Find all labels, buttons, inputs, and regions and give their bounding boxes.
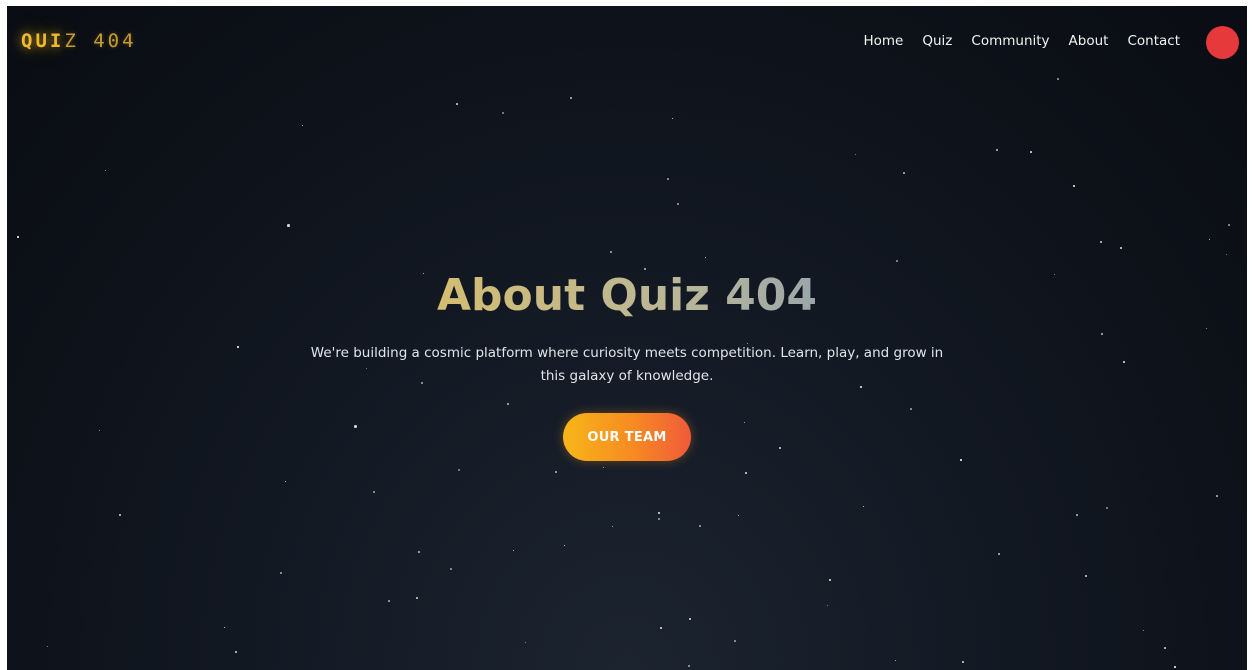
page-frame: QUIZ 404 Home Quiz Community About Conta… [7, 6, 1247, 670]
star [450, 568, 452, 570]
star [1164, 647, 1166, 649]
star [688, 665, 690, 667]
navbar: QUIZ 404 Home Quiz Community About Conta… [7, 6, 1247, 80]
nav-contact[interactable]: Contact [1127, 33, 1180, 49]
star [734, 640, 736, 642]
star [1085, 575, 1087, 577]
star [285, 481, 287, 483]
star [1073, 185, 1075, 187]
star [603, 467, 605, 469]
star [458, 469, 461, 472]
logo-bold-text: QUI [21, 30, 65, 52]
nav-links: Home Quiz Community About Contact [864, 33, 1181, 49]
star [612, 526, 614, 528]
star [555, 471, 557, 473]
star [105, 170, 107, 172]
star [863, 506, 865, 508]
nav-about[interactable]: About [1069, 33, 1109, 49]
star [47, 646, 49, 648]
star [689, 618, 691, 620]
star [280, 572, 283, 575]
star [895, 660, 897, 662]
star [302, 125, 304, 127]
star [1216, 495, 1218, 497]
star [962, 661, 965, 664]
star [418, 551, 421, 554]
star [1226, 254, 1228, 256]
star [456, 103, 458, 105]
star [119, 514, 122, 517]
star [1120, 247, 1122, 249]
star [1100, 241, 1102, 243]
star [525, 642, 527, 644]
star [699, 525, 701, 527]
star [416, 597, 418, 599]
star [677, 203, 679, 205]
star [738, 515, 740, 517]
star [564, 545, 566, 547]
star [996, 149, 999, 152]
star [896, 260, 898, 262]
star [373, 491, 375, 493]
user-avatar[interactable] [1206, 26, 1239, 59]
star [1106, 507, 1108, 509]
star [903, 172, 905, 174]
nav-quiz[interactable]: Quiz [922, 33, 952, 49]
star [570, 97, 572, 99]
star [17, 236, 19, 238]
star [235, 651, 238, 654]
star [610, 251, 612, 253]
star [855, 154, 857, 156]
star [1030, 151, 1032, 153]
star [998, 553, 1000, 555]
star [502, 112, 505, 115]
star [660, 627, 663, 630]
star [287, 224, 290, 227]
nav-community[interactable]: Community [971, 33, 1049, 49]
star [1174, 666, 1176, 668]
star [667, 178, 669, 180]
logo-light-text: Z 404 [64, 30, 137, 52]
star [672, 118, 674, 120]
star [705, 257, 707, 259]
star [745, 472, 747, 474]
star [658, 512, 661, 515]
star [658, 518, 660, 520]
nav-home[interactable]: Home [864, 33, 904, 49]
star [1143, 630, 1145, 632]
hero-subtitle: We're building a cosmic platform where c… [310, 345, 944, 384]
site-logo[interactable]: QUIZ 404 [21, 30, 137, 52]
star [1209, 239, 1211, 241]
star [829, 579, 832, 582]
star [1076, 514, 1078, 516]
page-title: About Quiz 404 [7, 268, 1247, 324]
star [1228, 224, 1231, 227]
star [388, 600, 390, 602]
star [827, 605, 829, 607]
star [224, 627, 226, 629]
star [513, 550, 515, 552]
hero-section: About Quiz 404 We're building a cosmic p… [7, 268, 1247, 461]
our-team-button[interactable]: OUR TEAM [563, 413, 691, 461]
